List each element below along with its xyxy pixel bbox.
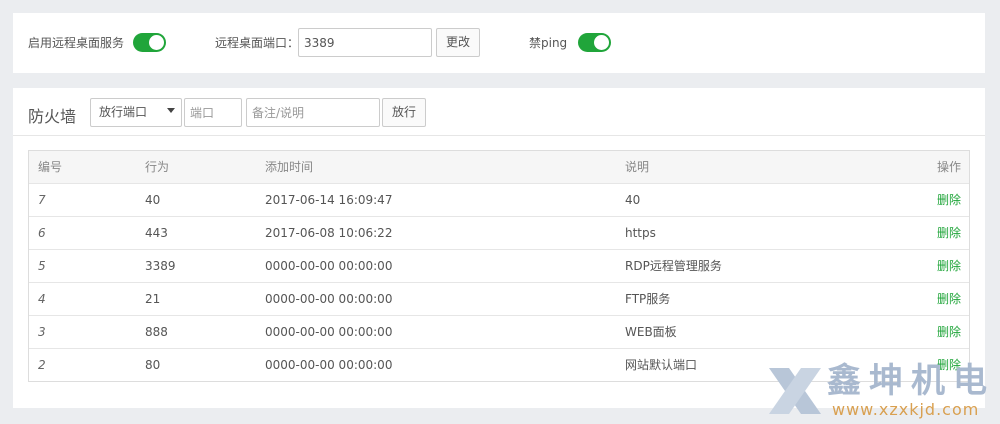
delete-link[interactable]: 删除	[937, 283, 961, 315]
column-note: 说明	[625, 160, 650, 174]
row-note: WEB面板	[625, 325, 677, 339]
row-time: 2017-06-08 10:06:22	[265, 226, 393, 240]
row-id: 7	[38, 193, 46, 207]
watermark-brand: 鑫坤机电	[827, 361, 995, 401]
row-note: FTP服务	[625, 292, 671, 306]
row-note: https	[625, 226, 656, 240]
port-input[interactable]	[184, 98, 242, 127]
firewall-title: 防火墙	[28, 107, 77, 126]
firewall-table: 编号 行为 添加时间 说明 操作 7 40 2017-06-14 16:09:4…	[28, 150, 970, 382]
column-time: 添加时间	[265, 160, 314, 174]
row-note: 40	[625, 193, 641, 207]
settings-panel: 启用远程桌面服务 远程桌面端口： 更改 禁ping	[13, 13, 985, 73]
column-action: 行为	[145, 160, 170, 174]
table-row: 6 443 2017-06-08 10:06:22 https 删除	[29, 217, 969, 250]
row-time: 0000-00-00 00:00:00	[265, 292, 393, 306]
divider	[13, 135, 985, 136]
row-id: 5	[38, 259, 46, 273]
row-note: RDP远程管理服务	[625, 259, 722, 273]
table-row: 5 3389 0000-00-00 00:00:00 RDP远程管理服务 删除	[29, 250, 969, 283]
remote-desktop-label: 启用远程桌面服务	[28, 36, 125, 50]
action-select-value: 放行端口	[99, 105, 148, 119]
row-action: 3389	[145, 259, 176, 273]
watermark-logo-icon	[769, 368, 821, 414]
caret-down-icon	[167, 108, 175, 113]
action-select[interactable]: 放行端口	[90, 98, 182, 127]
watermark: 鑫坤机电 www.xzxkjd.com	[765, 362, 1000, 424]
table-row: 4 21 0000-00-00 00:00:00 FTP服务 删除	[29, 283, 969, 316]
disable-ping-toggle[interactable]	[578, 33, 611, 52]
delete-link[interactable]: 删除	[937, 316, 961, 348]
delete-link[interactable]: 删除	[937, 184, 961, 216]
watermark-url: www.xzxkjd.com	[832, 400, 980, 419]
row-id: 2	[38, 358, 46, 372]
remote-port-label: 远程桌面端口：	[215, 36, 300, 50]
table-row: 7 40 2017-06-14 16:09:47 40 删除	[29, 184, 969, 217]
disable-ping-label: 禁ping	[529, 36, 568, 50]
row-time: 0000-00-00 00:00:00	[265, 358, 393, 372]
row-time: 0000-00-00 00:00:00	[265, 325, 393, 339]
column-operation: 操作	[936, 160, 961, 174]
row-id: 4	[38, 292, 46, 306]
table-header: 编号 行为 添加时间 说明 操作	[29, 151, 969, 184]
delete-link[interactable]: 删除	[937, 217, 961, 249]
toggle-knob	[149, 35, 164, 50]
row-action: 80	[145, 358, 161, 372]
table-row: 3 888 0000-00-00 00:00:00 WEB面板 删除	[29, 316, 969, 349]
row-action: 888	[145, 325, 168, 339]
row-time: 2017-06-14 16:09:47	[265, 193, 393, 207]
firewall-panel: 防火墙 放行端口 放行 编号 行为 添加时间 说明 操作 7 40 2017-0…	[13, 88, 985, 408]
row-note: 网站默认端口	[625, 358, 698, 372]
remote-desktop-toggle[interactable]	[133, 33, 166, 52]
delete-link[interactable]: 删除	[937, 250, 961, 282]
row-action: 40	[145, 193, 161, 207]
toggle-knob	[594, 35, 609, 50]
change-port-button[interactable]: 更改	[436, 28, 480, 57]
column-id: 编号	[38, 160, 63, 174]
remote-port-input[interactable]	[298, 28, 432, 57]
note-input[interactable]	[246, 98, 380, 127]
row-action: 443	[145, 226, 168, 240]
row-action: 21	[145, 292, 161, 306]
row-time: 0000-00-00 00:00:00	[265, 259, 393, 273]
allow-button[interactable]: 放行	[382, 98, 426, 127]
row-id: 3	[38, 325, 46, 339]
row-id: 6	[38, 226, 46, 240]
